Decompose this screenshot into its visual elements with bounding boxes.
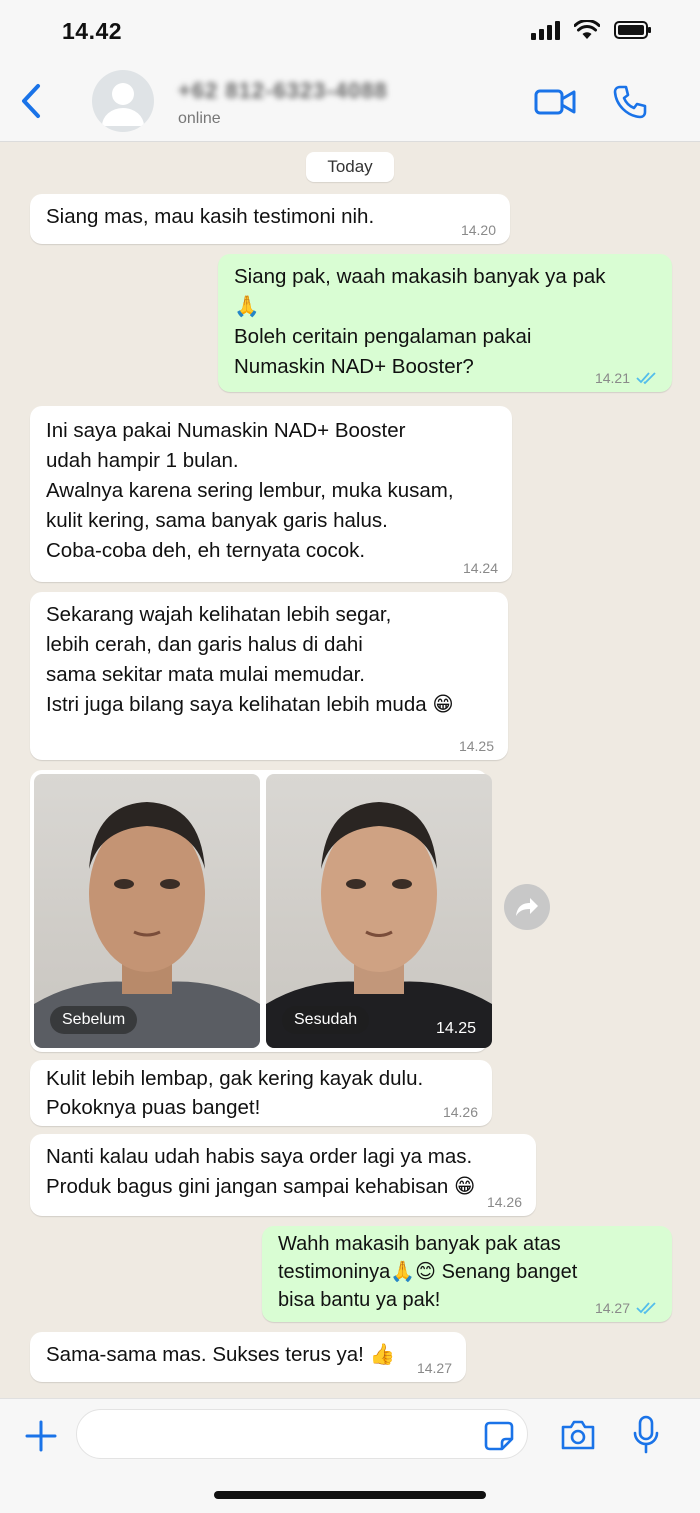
avatar-icon: [102, 83, 144, 126]
message-text: Wahh makasih banyak pak atas testimoniny…: [278, 1233, 578, 1311]
message-bubble-incoming[interactable]: Kulit lebih lembap, gak kering kayak dul…: [30, 1060, 492, 1126]
message-input[interactable]: [76, 1409, 528, 1459]
message-time: 14.25: [458, 738, 494, 754]
avatar[interactable]: [92, 70, 154, 132]
message-bubble-incoming[interactable]: Ini saya pakai Numaskin NAD+ Booster uda…: [30, 406, 512, 582]
message-bubble-incoming[interactable]: Siang mas, mau kasih testimoni nih. 14.2…: [30, 194, 510, 244]
input-bar: [0, 1398, 700, 1513]
message-time: 14.24: [462, 560, 498, 576]
status-bar: 14.42: [0, 0, 700, 60]
photo-message[interactable]: Sebelum Sesudah 14.25: [30, 770, 492, 1052]
after-label: Sesudah: [282, 1006, 370, 1034]
message-text: Siang pak, waah makasih banyak ya pak 🙏 …: [234, 265, 606, 378]
mic-icon[interactable]: [632, 1415, 660, 1455]
forward-icon: [516, 898, 538, 916]
message-bubble-incoming[interactable]: Sekarang wajah kelihatan lebih segar, le…: [30, 592, 508, 760]
wifi-icon: [574, 20, 600, 39]
back-chevron-icon[interactable]: [16, 80, 48, 122]
message-bubble-outgoing[interactable]: Wahh makasih banyak pak atas testimoniny…: [262, 1226, 672, 1322]
status-icons: [530, 20, 652, 40]
contact-name[interactable]: +62 812-6323-4088: [178, 78, 388, 104]
message-time: 14.20: [460, 222, 496, 238]
message-text: Ini saya pakai Numaskin NAD+ Booster uda…: [46, 419, 454, 562]
photo-after[interactable]: Sesudah 14.25: [266, 774, 492, 1048]
message-text: Sama-sama mas. Sukses terus ya! 👍: [46, 1343, 396, 1366]
forward-button[interactable]: [504, 884, 550, 930]
read-ticks-icon: [636, 372, 656, 385]
message-text: Sekarang wajah kelihatan lebih segar, le…: [46, 603, 454, 716]
message-bubble-incoming[interactable]: Sama-sama mas. Sukses terus ya! 👍 14.27: [30, 1332, 466, 1382]
chat-area[interactable]: Today Siang mas, mau kasih testimoni nih…: [0, 142, 700, 1398]
before-label: Sebelum: [50, 1006, 138, 1034]
battery-icon: [614, 21, 651, 39]
message-time: 14.27: [595, 1300, 658, 1316]
signal-icon: [531, 21, 560, 40]
home-indicator: [214, 1491, 486, 1499]
status-time: 14.42: [62, 18, 123, 44]
message-text: Kulit lebih lembap, gak kering kayak dul…: [46, 1067, 424, 1119]
message-time: 14.21: [595, 370, 658, 386]
message-bubble-incoming[interactable]: Nanti kalau udah habis saya order lagi y…: [30, 1134, 536, 1216]
message-text: Siang mas, mau kasih testimoni nih.: [46, 205, 375, 228]
message-time: 14.27: [416, 1360, 452, 1376]
day-chip: Today: [306, 152, 394, 182]
message-time: 14.26: [442, 1104, 478, 1120]
photo-time: 14.25: [435, 1020, 476, 1037]
message-time: 14.26: [486, 1194, 522, 1210]
phone-icon[interactable]: [612, 84, 648, 120]
message-text: Nanti kalau udah habis saya order lagi y…: [46, 1145, 476, 1198]
message-bubble-outgoing[interactable]: Siang pak, waah makasih banyak ya pak 🙏 …: [218, 254, 672, 392]
plus-icon[interactable]: [24, 1419, 58, 1453]
camera-icon[interactable]: [560, 1419, 596, 1451]
chat-header: +62 812-6323-4088 online: [0, 60, 700, 142]
video-call-icon[interactable]: [534, 86, 576, 118]
photo-before[interactable]: Sebelum: [34, 774, 260, 1048]
read-ticks-icon: [636, 1302, 656, 1315]
sticker-icon[interactable]: [484, 1421, 514, 1451]
contact-status: online: [178, 110, 221, 127]
